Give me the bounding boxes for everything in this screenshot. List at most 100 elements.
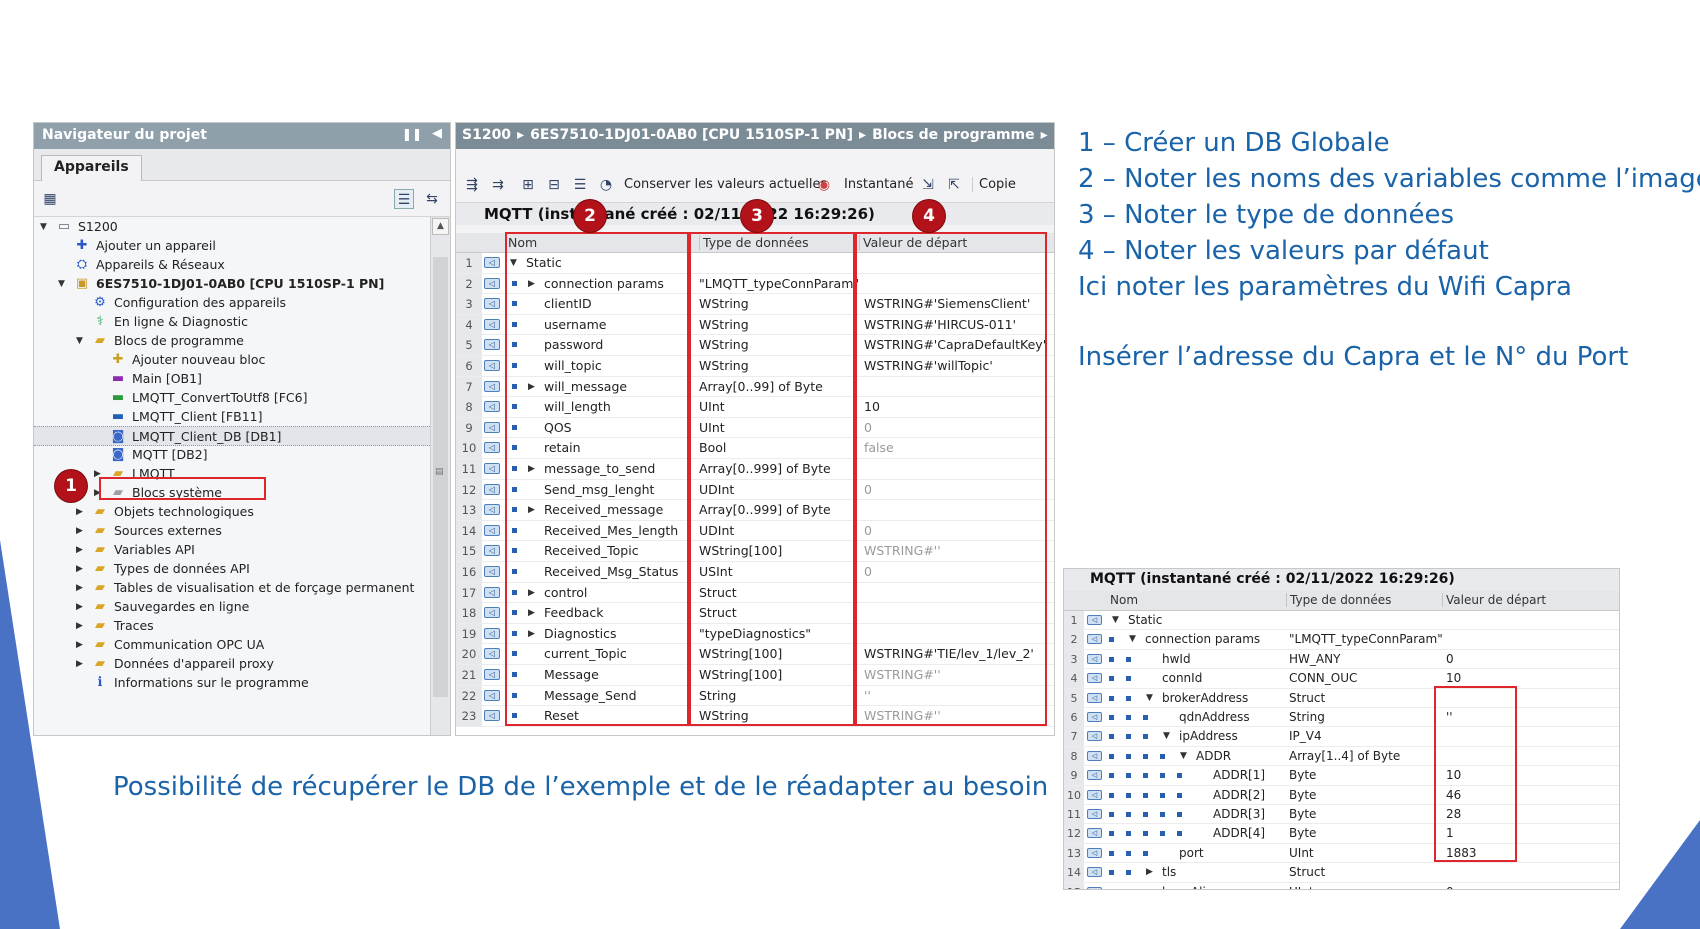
breadcrumb-item[interactable]: S1200 <box>462 127 511 143</box>
expanded-arrow-icon[interactable]: ▼ <box>1163 727 1170 746</box>
snapshot-row[interactable]: 5 ◁ ▼ brokerAddress Struct <box>1064 688 1619 708</box>
expanded-arrow-icon[interactable]: ▼ <box>1180 747 1187 766</box>
collapse-all-icon[interactable]: ⊟ <box>544 175 564 195</box>
copy-snapshot-icon[interactable]: ⇲ <box>918 175 938 195</box>
split-view-icon[interactable]: ⇆ <box>422 189 442 209</box>
var-start-value[interactable]: 0 <box>1446 650 1454 669</box>
row-number: 10 <box>1064 785 1084 805</box>
tree-item[interactable]: ▶ ▰ Sauvegardes en ligne <box>34 597 432 617</box>
insert-row-icon[interactable]: ⇶ <box>462 175 482 195</box>
load-snapshot-icon[interactable]: ⇱ <box>944 175 964 195</box>
snapshot-row[interactable]: 2 ◁ ▼ connection params "LMQTT_typeConnParam… <box>1064 630 1619 650</box>
tree-item[interactable]: ▶ ▰ Variables API <box>34 540 432 560</box>
tree-item[interactable]: ▶ ▰ Communication OPC UA <box>34 635 432 655</box>
overview-icon[interactable]: ▦ <box>40 189 60 209</box>
expanded-arrow-icon[interactable]: ▼ <box>1112 611 1119 630</box>
scroll-up-icon[interactable]: ▲ <box>432 218 449 235</box>
tree-item[interactable]: ▶ ▰ Sources externes <box>34 521 432 541</box>
snapshot-row[interactable]: 14 ◁ ▶ tls Struct <box>1064 863 1619 883</box>
collapsed-arrow-icon[interactable]: ▶ <box>76 578 88 598</box>
folder-icon: ▰ <box>95 656 105 671</box>
collapsed-arrow-icon[interactable]: ▶ <box>76 540 88 560</box>
snapshot-row[interactable]: 11 ◁ ADDR[3] Byte 28 <box>1064 805 1619 825</box>
snapshot-row[interactable]: 13 ◁ port UInt 1883 <box>1064 843 1619 864</box>
collapsed-arrow-icon[interactable]: ▶ <box>76 616 88 636</box>
watch-icon[interactable]: ◔ <box>596 175 616 195</box>
element-bullet-icon <box>1109 715 1114 720</box>
tree-item[interactable]: ◙ MQTT [DB2] <box>34 445 432 465</box>
expanded-arrow-icon[interactable]: ▼ <box>1129 630 1136 649</box>
tree-item[interactable]: ▼ ▭ S1200 <box>34 217 432 237</box>
tree-item[interactable]: ▬ LMQTT_Client [FB11] <box>34 407 432 427</box>
snapshot-icon[interactable]: ◉ <box>814 175 834 195</box>
expanded-arrow-icon[interactable]: ▼ <box>58 274 70 294</box>
row-number: 12 <box>456 479 482 500</box>
snapshot-row[interactable]: 4 ◁ connId CONN_OUC 10 <box>1064 669 1619 689</box>
collapsed-arrow-icon[interactable]: ▶ <box>76 559 88 579</box>
snapshot-row[interactable]: 15◁ keepAlive UInt 0 <box>1064 882 1619 889</box>
snap-col-name-header[interactable]: Nom <box>1110 593 1138 607</box>
folder-icon: ▰ <box>95 599 105 614</box>
row-number: 15 <box>1064 882 1084 889</box>
collapsed-arrow-icon[interactable]: ▶ <box>76 654 88 674</box>
breadcrumb-item[interactable]: Blocs de programme <box>872 127 1035 143</box>
breadcrumb-item[interactable]: 6ES7510-1DJ01-0AB0 [CPU 1510SP-1 PN] <box>530 127 853 143</box>
tree-item[interactable]: ▶ ▰ Traces <box>34 616 432 636</box>
tree-item[interactable]: ✚ Ajouter un appareil <box>34 236 432 256</box>
snapshot-button[interactable]: Instantané <box>844 177 913 192</box>
interface-icon: ◁ <box>1087 731 1102 742</box>
collapsed-arrow-icon[interactable]: ▶ <box>1146 863 1153 882</box>
collapsed-arrow-icon[interactable]: ▶ <box>76 635 88 655</box>
snap-col-start-header[interactable]: Valeur de départ <box>1442 593 1546 607</box>
collapsed-arrow-icon[interactable]: ▶ <box>76 521 88 541</box>
snapshot-row[interactable]: 3 ◁ hwId HW_ANY 0 <box>1064 649 1619 670</box>
snapshot-row[interactable]: 6 ◁ qdnAddress String '' <box>1064 708 1619 728</box>
collapsed-arrow-icon[interactable]: ▶ <box>76 502 88 522</box>
tree-item[interactable]: ▶ ▰ Tables de visualisation et de forçage … <box>34 578 432 598</box>
snapshot-row[interactable]: 1 ◁ ▼ Static <box>1064 611 1619 631</box>
tree-item[interactable]: ▼ ▰ Blocs de programme <box>34 331 432 351</box>
expanded-arrow-icon[interactable]: ▼ <box>76 331 88 351</box>
tree-item[interactable]: ▶ ▰ Objets technologiques <box>34 502 432 522</box>
tree-item[interactable]: ℹ Informations sur le programme <box>34 673 432 693</box>
tree-item[interactable]: ▶ ▰ Types de données API <box>34 559 432 579</box>
tree-item-label: Ajouter nouveau bloc <box>132 352 266 367</box>
var-start-value[interactable]: 0 <box>1446 883 1454 889</box>
pin-icon[interactable]: ❚❚ <box>402 127 422 141</box>
tree-item[interactable]: ✚ Ajouter nouveau bloc <box>34 350 432 370</box>
collapse-left-icon[interactable]: ◀ <box>432 126 442 141</box>
expanded-arrow-icon[interactable]: ▼ <box>40 217 52 237</box>
keep-values-button[interactable]: Conserver les valeurs actuelles <box>624 177 827 192</box>
expanded-arrow-icon[interactable]: ▼ <box>1146 689 1153 708</box>
snapshot-row[interactable]: 10 ◁ ADDR[2] Byte 46 <box>1064 785 1619 805</box>
scroll-thumb[interactable] <box>433 257 448 697</box>
list-icon[interactable]: ☰ <box>570 175 590 195</box>
element-bullet-icon <box>1109 870 1114 876</box>
add-row-icon[interactable]: ⇉ <box>488 175 508 195</box>
tree-item-label: 6ES7510-1DJ01-0AB0 [CPU 1510SP-1 PN] <box>96 276 385 291</box>
tree-scrollbar[interactable]: ▲ ▤ <box>430 217 450 735</box>
var-name: keepAlive <box>1162 883 1220 889</box>
copy-button[interactable]: Copie <box>972 177 1016 192</box>
interface-icon: ◁ <box>484 627 500 639</box>
tree-item[interactable]: ▬ LMQTT_ConvertToUtf8 [FC6] <box>34 388 432 408</box>
tree-item[interactable]: ⚕ En ligne & Diagnostic <box>34 312 432 332</box>
snapshot-row[interactable]: 8 ◁ ▼ ADDR Array[1..4] of Byte <box>1064 746 1619 767</box>
tree-item[interactable]: ◙ LMQTT_Client_DB [DB1] <box>34 426 432 446</box>
tree-item[interactable]: ⚙ Configuration des appareils <box>34 293 432 313</box>
list-view-icon[interactable]: ☰ <box>394 189 414 209</box>
snapshot-row[interactable]: 12 ◁ ADDR[4] Byte 1 <box>1064 824 1619 844</box>
element-bullet-icon <box>1126 715 1131 720</box>
collapsed-arrow-icon[interactable]: ▶ <box>76 597 88 617</box>
breadcrumb-item[interactable]: MQ <box>1054 127 1055 143</box>
tree-item[interactable]: ▬ Main [OB1] <box>34 369 432 389</box>
tree-item[interactable]: ⛭ Appareils & Réseaux <box>34 255 432 275</box>
snap-col-type-header[interactable]: Type de données <box>1286 593 1391 607</box>
expand-all-icon[interactable]: ⊞ <box>518 175 538 195</box>
tree-item[interactable]: ▼ ▣ 6ES7510-1DJ01-0AB0 [CPU 1510SP-1 PN] <box>34 274 432 294</box>
snapshot-row[interactable]: 7 ◁ ▼ ipAddress IP_V4 <box>1064 727 1619 747</box>
snapshot-row[interactable]: 9 ◁ ADDR[1] Byte 10 <box>1064 766 1619 786</box>
navigator-title-bar: Navigateur du projet ❚❚ ◀ <box>34 123 450 149</box>
tab-appareils[interactable]: Appareils <box>41 155 142 181</box>
tree-item[interactable]: ▶ ▰ Données d'appareil proxy <box>34 654 432 674</box>
